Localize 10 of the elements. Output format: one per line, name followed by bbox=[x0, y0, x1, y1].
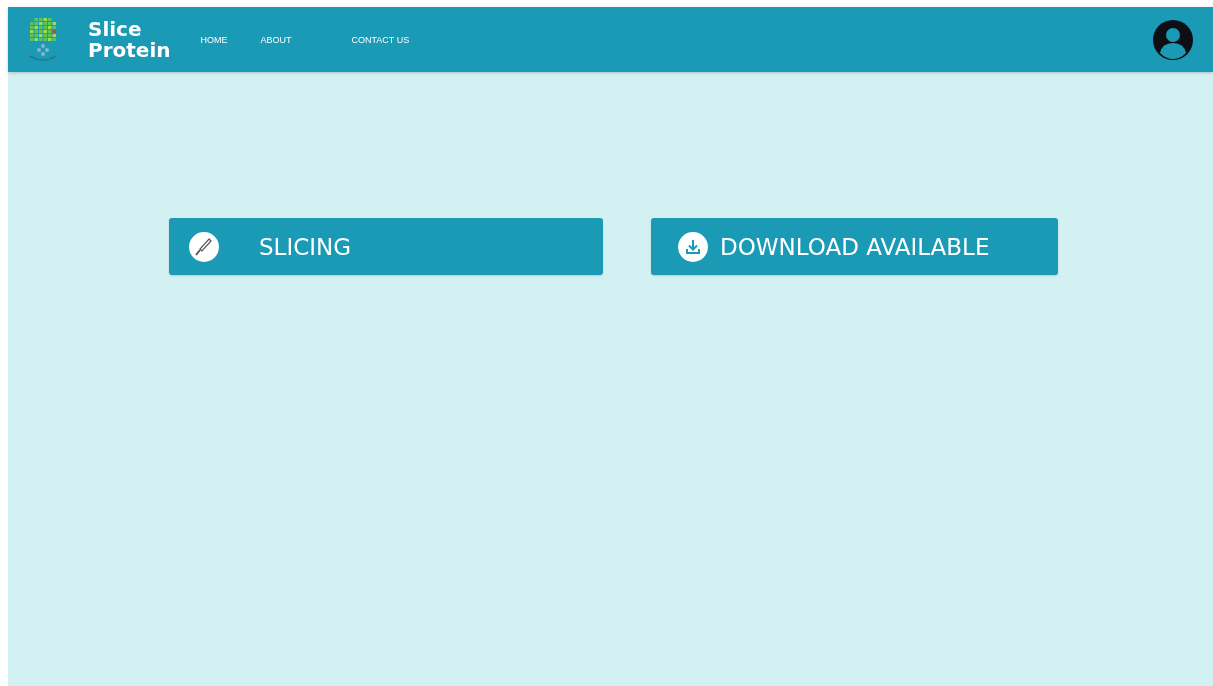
nav-link[interactable]: CONTACT US bbox=[351, 34, 410, 45]
knife-icon bbox=[189, 231, 219, 262]
action-button[interactable]: SLICING bbox=[169, 218, 603, 275]
brand-name: Protein bbox=[88, 39, 171, 61]
nav-link[interactable]: ABOUT bbox=[260, 34, 292, 45]
action-button[interactable]: DOWNLOAD AVAILABLE bbox=[651, 218, 1058, 275]
nav-link[interactable]: HOME bbox=[200, 34, 228, 45]
brand-name: Slice bbox=[88, 18, 143, 40]
download-icon bbox=[678, 231, 708, 262]
user-avatar-icon[interactable] bbox=[1153, 19, 1193, 60]
